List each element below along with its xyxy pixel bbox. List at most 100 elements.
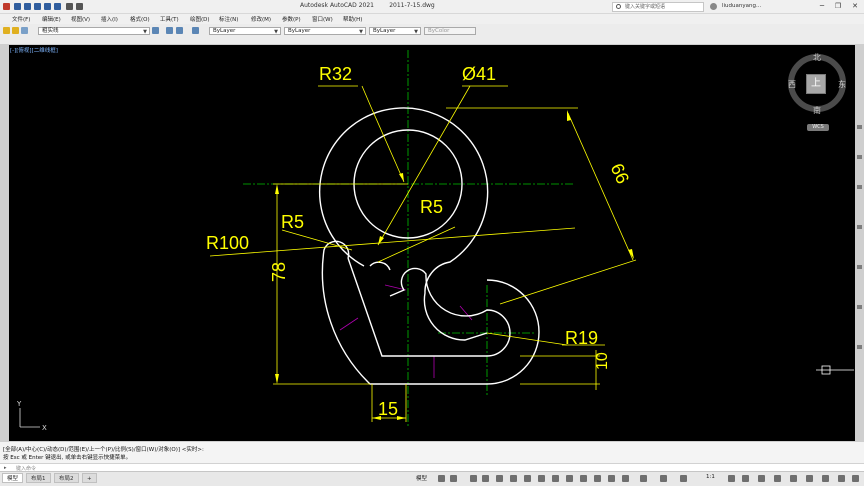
layer-freeze-icon[interactable] bbox=[12, 27, 19, 34]
save-icon[interactable] bbox=[34, 3, 41, 10]
menu-draw[interactable]: 绘图(D) bbox=[190, 15, 210, 23]
lineweight-icon[interactable] bbox=[538, 475, 545, 482]
units-icon[interactable] bbox=[774, 475, 781, 482]
compass-east[interactable]: 东 bbox=[838, 79, 846, 90]
customize-menu-icon[interactable] bbox=[852, 475, 859, 482]
palette-handle-icon[interactable] bbox=[857, 265, 862, 269]
open-file-icon[interactable] bbox=[24, 3, 31, 10]
menu-insert[interactable]: 插入(I) bbox=[101, 15, 118, 23]
dim-leader-r32-end bbox=[361, 85, 372, 108]
plot-icon[interactable] bbox=[54, 3, 61, 10]
menu-view[interactable]: 视图(V) bbox=[71, 15, 90, 23]
annotation-scale-value[interactable]: 1:1 bbox=[706, 474, 715, 480]
left-palette-strip bbox=[0, 45, 9, 441]
lineweight-value: ByLayer bbox=[373, 28, 396, 34]
compass-south[interactable]: 南 bbox=[813, 105, 821, 116]
layer-on-icon[interactable] bbox=[3, 27, 10, 34]
menu-dimension[interactable]: 标注(N) bbox=[219, 15, 238, 23]
restore-button[interactable]: ❐ bbox=[832, 1, 844, 12]
app-name: Autodesk AutoCAD 2021 bbox=[300, 2, 374, 9]
dim-text-r19: R19 bbox=[565, 328, 598, 348]
object-snap-icon[interactable] bbox=[524, 475, 531, 482]
menu-format[interactable]: 格式(O) bbox=[130, 15, 150, 23]
3d-osnap-icon[interactable] bbox=[580, 475, 587, 482]
make-current-icon[interactable] bbox=[192, 27, 199, 34]
layer-previous-icon[interactable] bbox=[176, 27, 183, 34]
undo-icon[interactable] bbox=[66, 3, 73, 10]
layer-dropdown[interactable]: 粗实线 ▼ bbox=[38, 27, 150, 35]
lineweight-dropdown[interactable]: ByLayer ▼ bbox=[369, 27, 421, 35]
dim-text-d41: Ø41 bbox=[462, 64, 496, 84]
color-dropdown[interactable]: ByLayer ▼ bbox=[209, 27, 281, 35]
palette-handle-icon[interactable] bbox=[857, 345, 862, 349]
redo-icon[interactable] bbox=[76, 3, 83, 10]
gizmo-icon[interactable] bbox=[622, 475, 629, 482]
tab-layout2[interactable]: 布局2 bbox=[54, 473, 79, 483]
isodraft-icon[interactable] bbox=[496, 475, 503, 482]
menu-modify[interactable]: 修改(M) bbox=[251, 15, 271, 23]
layer-properties-icon[interactable] bbox=[152, 27, 159, 34]
linetype-dropdown[interactable]: ByLayer ▼ bbox=[284, 27, 366, 35]
menu-parametric[interactable]: 参数(P) bbox=[282, 15, 301, 23]
auto-scale-icon[interactable] bbox=[660, 475, 667, 482]
snap-icon[interactable] bbox=[450, 475, 457, 482]
menu-edit[interactable]: 编辑(E) bbox=[42, 15, 61, 23]
gear-icon[interactable] bbox=[728, 475, 735, 482]
right-palette-strip bbox=[855, 45, 864, 441]
new-file-icon[interactable] bbox=[14, 3, 21, 10]
compass-north[interactable]: 北 bbox=[813, 52, 821, 63]
tab-model[interactable]: 模型 bbox=[2, 473, 24, 483]
plus-icon[interactable] bbox=[742, 475, 749, 482]
dim-text-r100: R100 bbox=[206, 233, 249, 253]
polar-icon[interactable] bbox=[482, 475, 489, 482]
menu-window[interactable]: 窗口(W) bbox=[312, 15, 333, 23]
layer-state-icon[interactable] bbox=[166, 27, 173, 34]
menu-help[interactable]: 帮助(H) bbox=[343, 15, 362, 23]
quick-properties-icon[interactable] bbox=[790, 475, 797, 482]
close-button[interactable]: ✕ bbox=[849, 1, 861, 12]
menu-file[interactable]: 文件(F) bbox=[12, 15, 30, 23]
command-history-line: [全部(A)/中心(C)/动态(D)/范围(E)/上一个(P)/比例(S)/窗口… bbox=[3, 447, 204, 453]
palette-handle-icon[interactable] bbox=[857, 225, 862, 229]
palette-handle-icon[interactable] bbox=[857, 125, 862, 129]
model-space-toggle[interactable]: 模型 bbox=[416, 474, 427, 482]
palette-handle-icon[interactable] bbox=[857, 185, 862, 189]
ortho-icon[interactable] bbox=[470, 475, 477, 482]
menu-tools[interactable]: 工具(T) bbox=[160, 15, 179, 23]
workspace-icon[interactable] bbox=[758, 475, 765, 482]
wcs-menu-button[interactable]: WCS bbox=[807, 124, 829, 131]
command-history: [全部(A)/中心(C)/动态(D)/范围(E)/上一个(P)/比例(S)/窗口… bbox=[0, 441, 864, 463]
plotstyle-value: ByColor bbox=[428, 28, 450, 34]
layer-lock-icon[interactable] bbox=[21, 27, 28, 34]
minimize-button[interactable]: ─ bbox=[816, 1, 828, 12]
linetype-value: ByLayer bbox=[288, 28, 311, 34]
arrowhead bbox=[567, 110, 571, 121]
selection-cycling-icon[interactable] bbox=[566, 475, 573, 482]
annotation-scale-icon[interactable] bbox=[680, 475, 687, 482]
tab-layout1[interactable]: 布局1 bbox=[26, 473, 51, 483]
help-search-input[interactable]: 键入关键字或短语 bbox=[612, 2, 704, 12]
viewcube-top-face[interactable]: 上 bbox=[806, 74, 826, 94]
dynamic-ucs-icon[interactable] bbox=[594, 475, 601, 482]
user-account-name[interactable]: liuduanyang... bbox=[722, 3, 761, 9]
dim-text-66: 66 bbox=[607, 160, 633, 186]
grid-icon[interactable] bbox=[438, 475, 445, 482]
transparency-icon[interactable] bbox=[552, 475, 559, 482]
add-layout-button[interactable]: + bbox=[82, 473, 97, 483]
app-menu-icon[interactable] bbox=[3, 3, 10, 10]
palette-handle-icon[interactable] bbox=[857, 305, 862, 309]
annotation-visibility-icon[interactable] bbox=[640, 475, 647, 482]
clean-screen-icon[interactable] bbox=[838, 475, 845, 482]
dimension-lines bbox=[209, 85, 637, 422]
object-snap-tracking-icon[interactable] bbox=[510, 475, 517, 482]
isolate-objects-icon[interactable] bbox=[822, 475, 829, 482]
menu-bar: 文件(F) 编辑(E) 视图(V) 插入(I) 格式(O) 工具(T) 绘图(D… bbox=[0, 14, 864, 24]
command-input[interactable]: ▸ 键入命令 bbox=[0, 463, 864, 472]
lock-ui-icon[interactable] bbox=[806, 475, 813, 482]
viewport-controls[interactable]: [-][俯视][二维线框] bbox=[10, 46, 58, 54]
save-as-icon[interactable] bbox=[44, 3, 51, 10]
drawing-canvas[interactable]: R32 Ø41 66 R5 R5 R100 78 R19 10 15 Y X bbox=[0, 45, 864, 441]
compass-west[interactable]: 西 bbox=[788, 79, 796, 90]
selection-filter-icon[interactable] bbox=[608, 475, 615, 482]
palette-handle-icon[interactable] bbox=[857, 155, 862, 159]
